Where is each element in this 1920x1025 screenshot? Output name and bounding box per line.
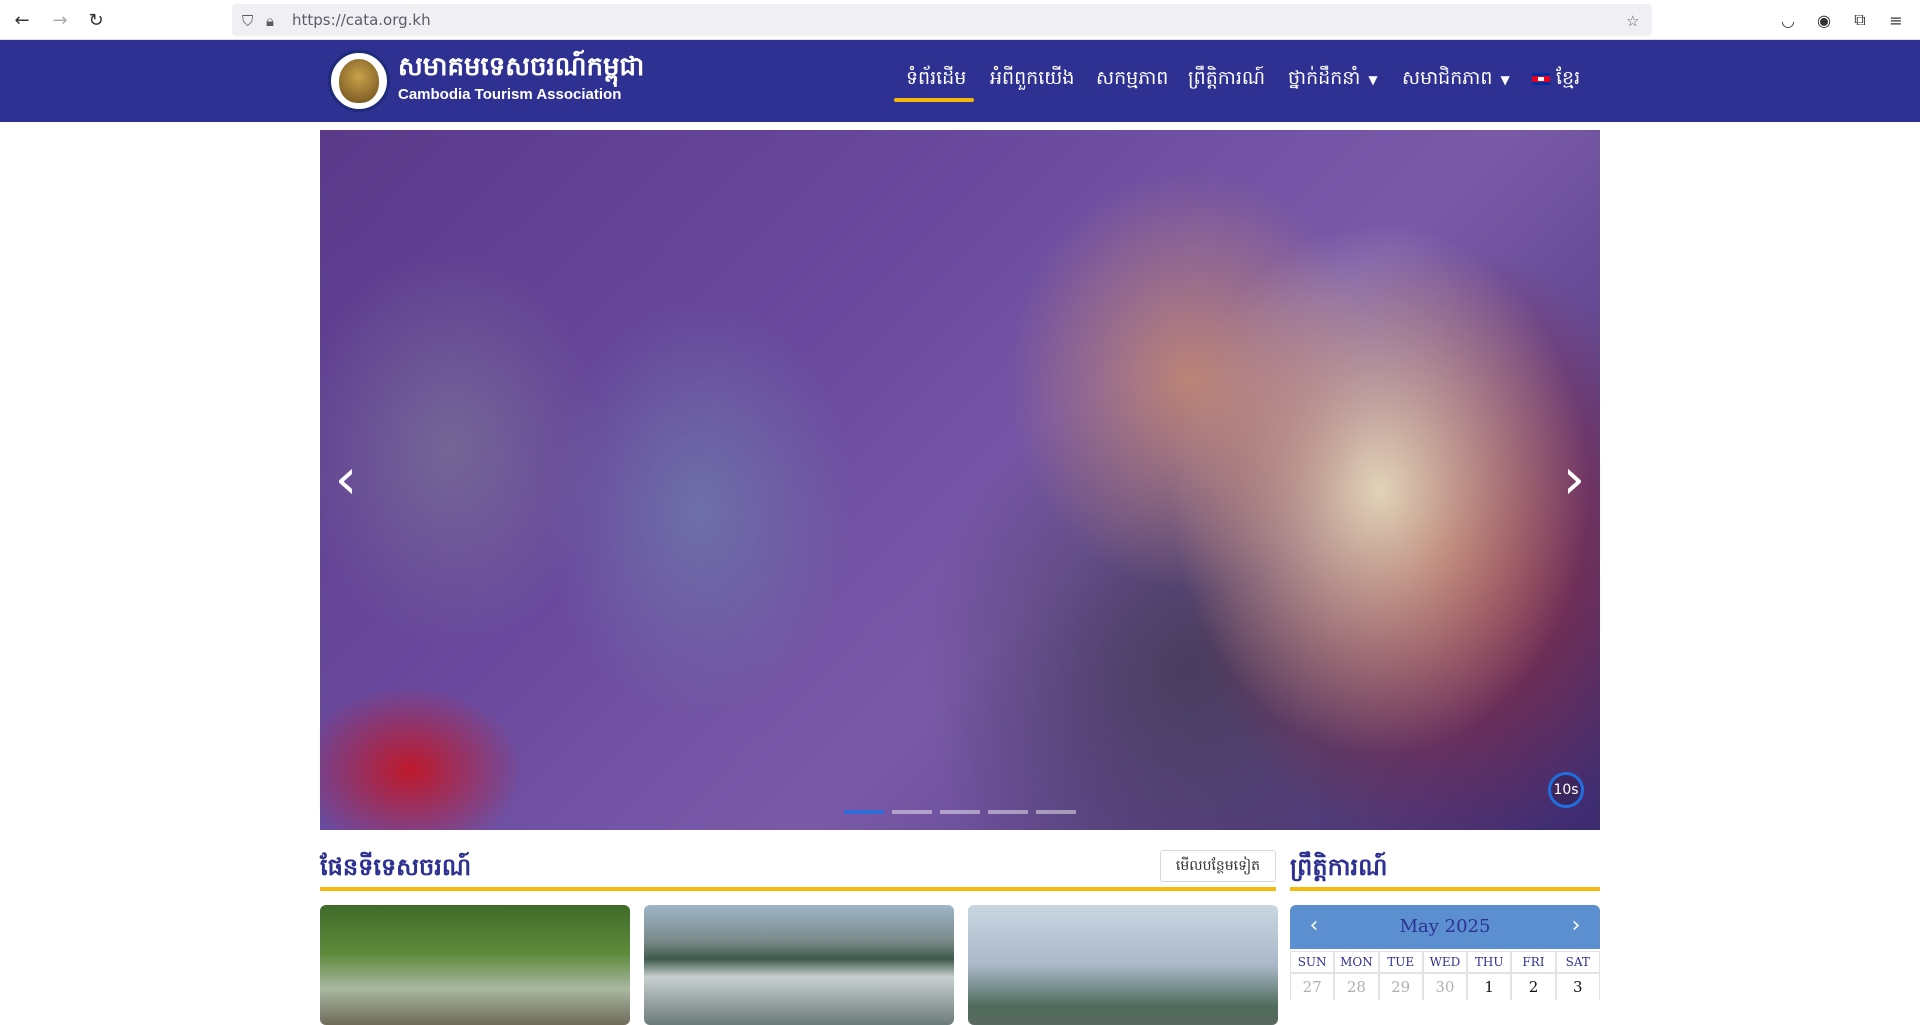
calendar-next-icon[interactable]: › — [1564, 913, 1588, 941]
weekday-label: WED — [1422, 951, 1468, 973]
bookmark-star-icon[interactable]: ☆ — [1626, 12, 1639, 30]
calendar-week-row: 27 28 29 30 1 2 3 — [1290, 973, 1600, 1000]
association-logo[interactable] — [328, 50, 390, 112]
weekday-label: SAT — [1555, 951, 1600, 973]
weekday-label: THU — [1467, 951, 1512, 973]
calendar-day[interactable]: 3 — [1555, 973, 1600, 1000]
slider-next-icon[interactable]: › — [1554, 450, 1594, 510]
chevron-down-icon: ▼ — [1368, 73, 1378, 87]
nav-item-membership[interactable]: សមាជិកភាព ▼ — [1402, 66, 1510, 94]
browser-toolbar: ← → ↻ ⛉ 🔒︎ https://cata.org.kh ☆ ◡ ◉ ⧉ ≡ — [0, 0, 1920, 40]
forward-icon[interactable]: → — [48, 8, 72, 32]
nav-item-activities[interactable]: សកម្មភាព — [1096, 66, 1168, 94]
back-icon[interactable]: ← — [10, 8, 34, 32]
section-title-tourism-map: ផែនទីទេសចរណ៍ — [320, 853, 472, 881]
lock-icon[interactable]: 🔒︎ — [266, 12, 274, 30]
nav-item-about[interactable]: អំពីពួកយើង — [990, 66, 1074, 94]
nav-item-activities-label: សកម្មភាព — [1096, 67, 1169, 89]
section-title-events: ព្រឹត្តិការណ៍ — [1290, 853, 1388, 881]
site-header: សមាគមទេសចរណ៍កម្ពុជា Cambodia Tourism Ass… — [0, 40, 1920, 122]
weekday-label: TUE — [1378, 951, 1423, 973]
weekday-label: SUN — [1290, 951, 1335, 973]
calendar-month-label: May 2025 — [1399, 916, 1491, 937]
nav-item-leadership[interactable]: ថ្នាក់ដឹកនាំ ▼ — [1288, 66, 1378, 94]
slider-pagination — [844, 810, 1076, 814]
weekday-label: FRI — [1511, 951, 1556, 973]
slider-dot[interactable] — [1036, 810, 1076, 814]
menu-icon[interactable]: ≡ — [1884, 8, 1908, 32]
account-icon[interactable]: ◉ — [1812, 8, 1836, 32]
slide-timer: 10s — [1548, 772, 1584, 808]
calendar-day[interactable]: 1 — [1467, 973, 1512, 1000]
nav-item-events[interactable]: ព្រឹត្តិការណ៍ — [1188, 66, 1265, 94]
calendar-day[interactable]: 29 — [1378, 973, 1423, 1000]
language-switch[interactable]: ខ្មែរ — [1532, 66, 1580, 94]
destination-card[interactable] — [644, 905, 954, 1025]
nav-item-about-label: អំពីពួកយើង — [990, 67, 1075, 89]
calendar-grid: SUN MON TUE WED THU FRI SAT 27 28 29 30 … — [1290, 951, 1600, 1000]
calendar-day[interactable]: 30 — [1422, 973, 1468, 1000]
calendar-weekday-row: SUN MON TUE WED THU FRI SAT — [1290, 951, 1600, 973]
nav-active-indicator — [894, 98, 974, 102]
calendar-day[interactable]: 28 — [1334, 973, 1379, 1000]
hero-slider[interactable]: ‹ › 10s — [320, 130, 1600, 830]
chevron-down-icon: ▼ — [1500, 73, 1510, 87]
section-divider — [1290, 887, 1600, 891]
language-label: ខ្មែរ — [1556, 67, 1581, 89]
view-more-button[interactable]: មើលបន្ថែមទៀត — [1160, 850, 1276, 882]
destination-card[interactable] — [320, 905, 630, 1025]
reload-icon[interactable]: ↻ — [84, 8, 108, 32]
address-bar[interactable]: ⛉ 🔒︎ https://cata.org.kh ☆ — [232, 4, 1652, 36]
extensions-icon[interactable]: ⧉ — [1848, 8, 1872, 32]
calendar-header: ‹ May 2025 › — [1290, 905, 1600, 949]
events-calendar: ‹ May 2025 › SUN MON TUE WED THU FRI SAT… — [1290, 905, 1600, 1000]
pocket-icon[interactable]: ◡ — [1776, 8, 1800, 32]
nav-item-home[interactable]: ទំព័រដើម — [906, 66, 966, 94]
logo-emblem — [339, 59, 379, 103]
shield-icon[interactable]: ⛉ — [242, 12, 253, 30]
cambodia-flag-icon — [1532, 72, 1550, 85]
slider-dot[interactable] — [940, 810, 980, 814]
slider-dot[interactable] — [844, 810, 884, 814]
url-text[interactable]: https://cata.org.kh — [292, 11, 431, 29]
section-divider — [320, 887, 1276, 891]
slider-dot[interactable] — [988, 810, 1028, 814]
nav-item-membership-label: សមាជិកភាព — [1402, 67, 1493, 89]
weekday-label: MON — [1334, 951, 1379, 973]
logo-khmer-title[interactable]: សមាគមទេសចរណ៍កម្ពុជា — [398, 50, 644, 88]
nav-item-events-label: ព្រឹត្តិការណ៍ — [1188, 67, 1266, 89]
calendar-day[interactable]: 27 — [1290, 973, 1335, 1000]
slider-prev-icon[interactable]: ‹ — [326, 450, 366, 510]
nav-item-leadership-label: ថ្នាក់ដឹកនាំ — [1288, 67, 1361, 89]
nav-item-home-label: ទំព័រដើម — [906, 67, 967, 89]
calendar-day[interactable]: 2 — [1511, 973, 1556, 1000]
destination-card[interactable] — [968, 905, 1278, 1025]
slider-dot[interactable] — [892, 810, 932, 814]
logo-english-title[interactable]: Cambodia Tourism Association — [398, 86, 621, 103]
